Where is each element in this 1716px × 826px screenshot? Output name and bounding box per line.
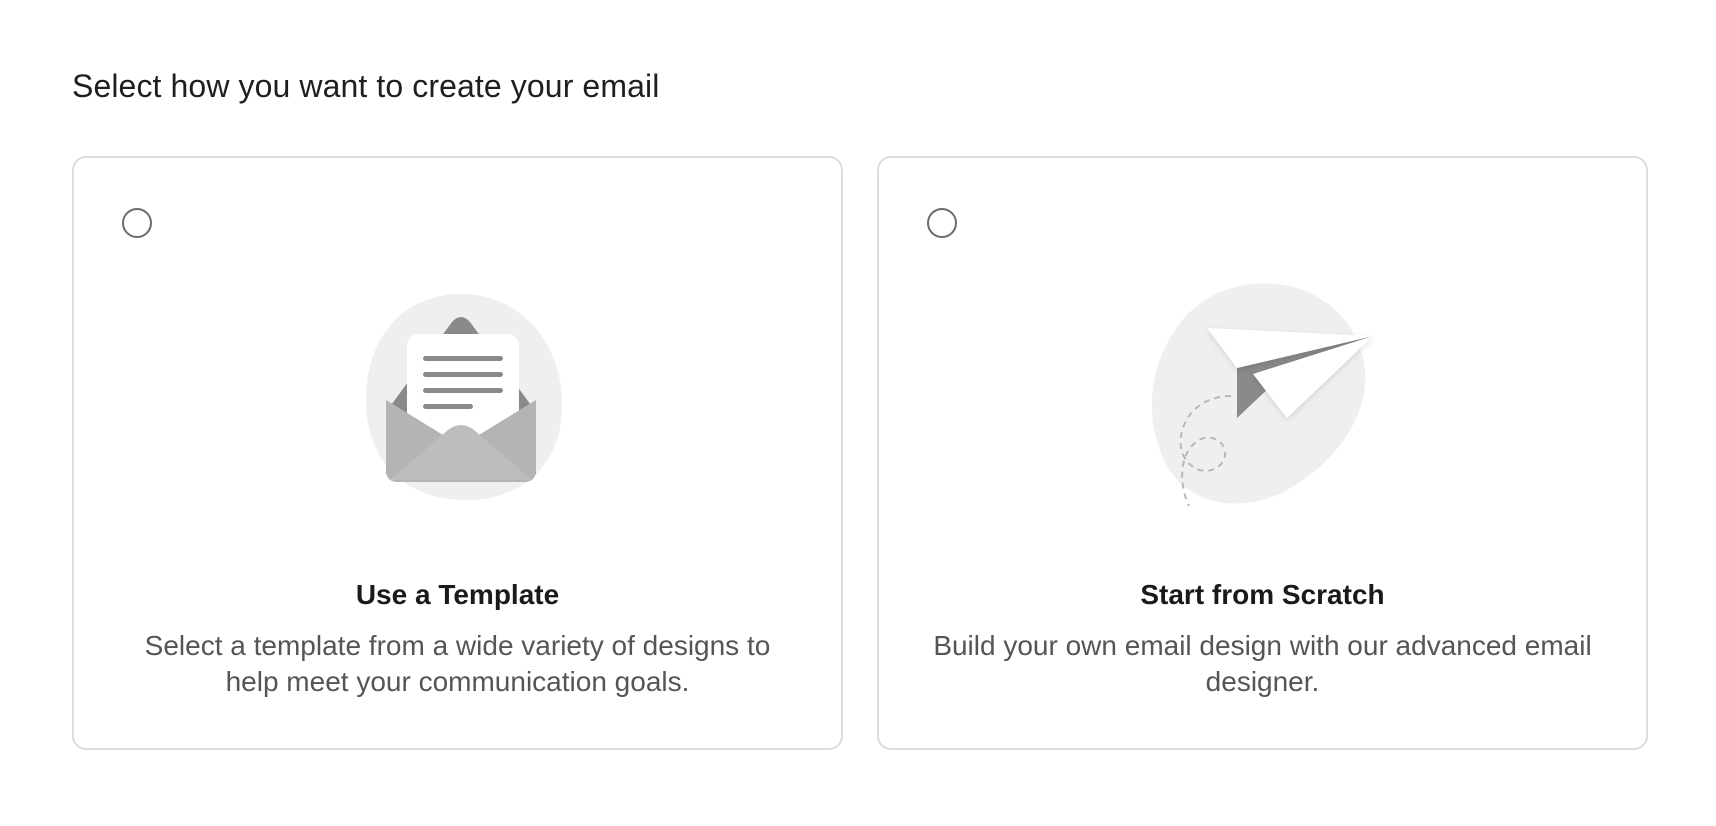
start-from-scratch-option-card[interactable]: Start from Scratch Build your own email …	[877, 156, 1648, 750]
page-heading: Select how you want to create your email	[72, 68, 660, 104]
paper-plane-icon	[1103, 270, 1423, 530]
start-from-scratch-title: Start from Scratch	[1140, 579, 1385, 610]
use-template-option-card[interactable]: Use a Template Select a template from a …	[72, 156, 843, 750]
use-template-title: Use a Template	[355, 579, 560, 610]
creation-options: Use a Template Select a template from a …	[72, 156, 1648, 750]
use-template-description: Select a template from a wide variety of…	[144, 630, 771, 697]
start-from-scratch-radio[interactable]	[927, 208, 957, 238]
start-from-scratch-description: Build your own email design with our adv…	[933, 630, 1592, 697]
envelope-letter-icon	[298, 270, 618, 530]
use-template-radio[interactable]	[122, 208, 152, 238]
